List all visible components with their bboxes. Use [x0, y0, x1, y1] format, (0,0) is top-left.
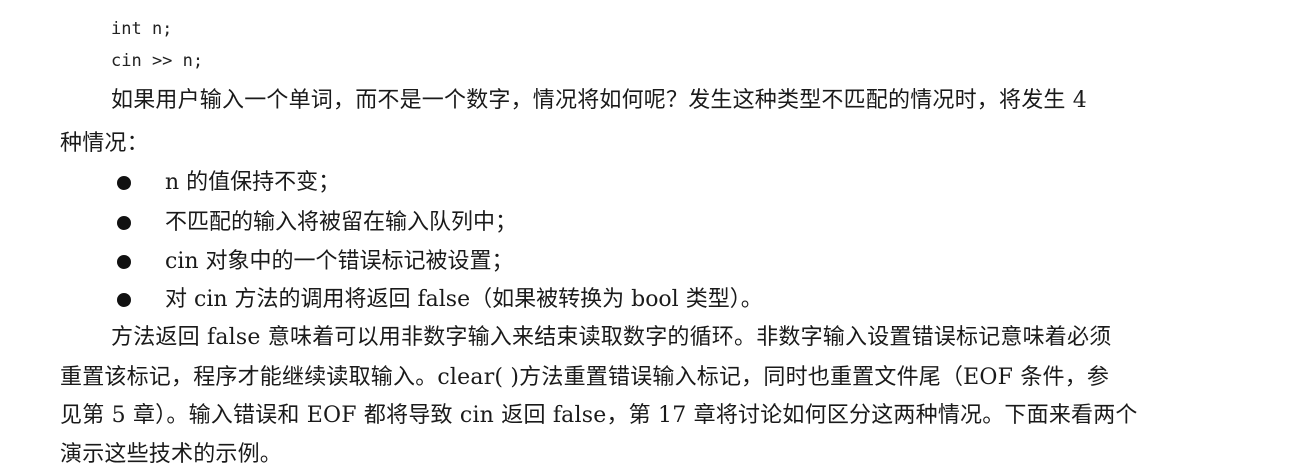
paragraph-line-3: 见第 5 章）。输入错误和 EOF 都将导致 cin 返回 false，第 17…: [60, 403, 1138, 428]
list-item-text: 不匹配的输入将被留在输入队列中；: [165, 210, 518, 235]
code-line-declaration: int n;: [111, 19, 173, 39]
list-item-text: cin 对象中的一个错误标记被设置；: [165, 249, 514, 274]
list-item: 对 cin 方法的调用将返回 false（如果被转换为 bool 类型）。: [117, 285, 763, 315]
intro-line-1: 如果用户输入一个单词，而不是一个数字，情况将如何呢？发生这种类型不匹配的情况时，…: [111, 88, 1087, 113]
list-item: 不匹配的输入将被留在输入队列中；: [117, 208, 517, 238]
list-item: cin 对象中的一个错误标记被设置；: [117, 247, 514, 277]
intro-line-2: 种情况：: [60, 131, 149, 156]
list-item-text: 对 cin 方法的调用将返回 false（如果被转换为 bool 类型）。: [165, 287, 763, 312]
paragraph-line-4: 演示这些技术的示例。: [60, 442, 283, 467]
paragraph-line-2: 重置该标记，程序才能继续读取输入。clear( )方法重置错误输入标记，同时也重…: [60, 365, 1110, 390]
bullet-dot-icon: [117, 176, 131, 190]
bullet-dot-icon: [117, 293, 131, 307]
list-item-text: n 的值保持不变；: [165, 170, 341, 195]
bullet-dot-icon: [117, 255, 131, 269]
paragraph-line-1: 方法返回 false 意味着可以用非数字输入来结束读取数字的循环。非数字输入设置…: [111, 325, 1112, 350]
document-page: int n; cin >> n; 如果用户输入一个单词，而不是一个数字，情况将如…: [0, 0, 1309, 476]
bullet-dot-icon: [117, 216, 131, 230]
code-line-input: cin >> n;: [111, 51, 204, 71]
list-item: n 的值保持不变；: [117, 168, 340, 198]
